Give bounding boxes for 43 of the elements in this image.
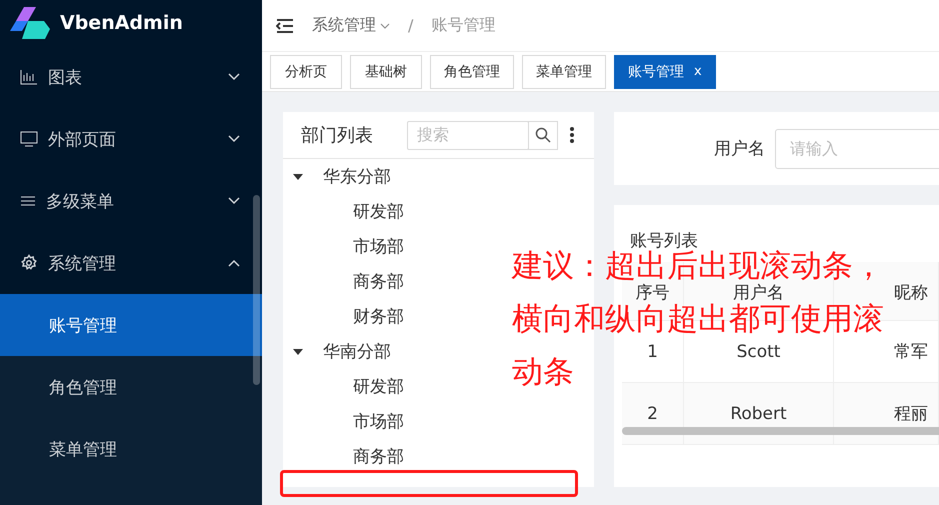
breadcrumb-separator: / (408, 16, 414, 35)
scrollbar[interactable] (253, 195, 260, 385)
tab[interactable]: 分析页 (270, 54, 342, 88)
tree-node[interactable]: 商务部 (353, 445, 404, 468)
chevron-down-icon (228, 73, 240, 81)
tree-node[interactable]: 研发部 (353, 200, 404, 223)
tab[interactable]: 角色管理 (430, 54, 514, 88)
breadcrumb-item[interactable]: 系统管理 (312, 15, 390, 36)
sidebar-submenu-item[interactable]: 账号管理 (0, 294, 262, 356)
tab[interactable]: 基础树 (350, 54, 422, 88)
logo-icon (10, 7, 50, 39)
annotation-text: 建议：超出后出现滚动条， (512, 250, 884, 282)
app-title: VbenAdmin (60, 12, 183, 34)
annotation-text: 动条 (512, 356, 575, 388)
tree-node[interactable]: 华南分部 (323, 340, 391, 363)
caret-icon[interactable] (293, 348, 303, 354)
chevron-down-icon (228, 135, 240, 143)
tree-node[interactable]: 市场部 (353, 410, 404, 433)
menu-icon (20, 195, 36, 207)
close-icon[interactable]: x (694, 64, 702, 79)
search-icon (535, 127, 551, 143)
chevron-down-icon[interactable] (380, 22, 390, 28)
caret-icon[interactable] (293, 174, 303, 180)
more-icon[interactable] (570, 127, 574, 143)
table-title: 账号列表 (630, 230, 699, 251)
tree-node[interactable]: 商务部 (353, 270, 404, 293)
settings-icon (20, 254, 38, 272)
menu-fold-icon[interactable] (276, 18, 294, 32)
tree-node[interactable]: 市场部 (353, 235, 404, 258)
tab[interactable]: 菜单管理 (522, 54, 606, 88)
search-button[interactable] (528, 120, 558, 150)
horizontal-scrollbar[interactable] (622, 427, 939, 435)
panel-title: 部门列表 (301, 124, 374, 147)
input-field[interactable]: 请输入 (775, 128, 939, 168)
tree-node[interactable]: 财务部 (353, 305, 404, 328)
tree-node[interactable]: 研发部 (353, 375, 404, 398)
monitor-icon (20, 131, 38, 147)
tab[interactable]: 账号管理 x (614, 54, 716, 88)
tree-node[interactable]: 华东分部 (323, 165, 391, 188)
chevron-up-icon (228, 259, 240, 267)
chevron-down-icon (228, 197, 240, 205)
field-label: 用户名 (714, 138, 765, 160)
bar-chart-icon (20, 69, 38, 85)
